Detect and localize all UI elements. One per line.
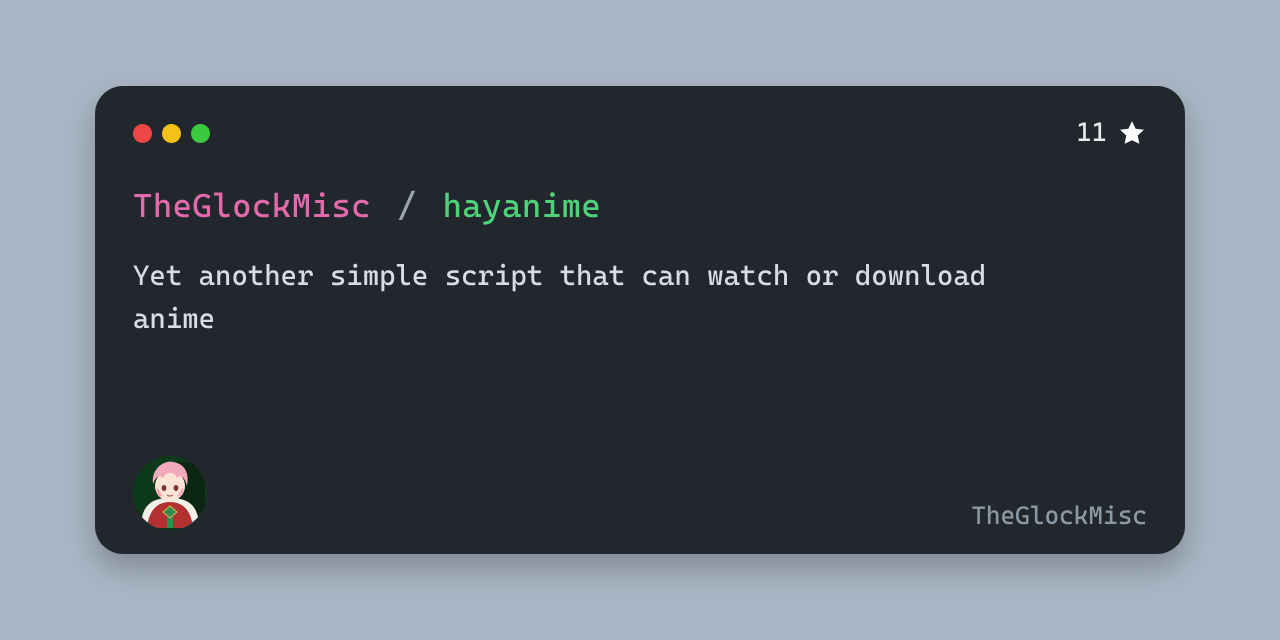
repo-name-link[interactable]: hayanime [443,186,602,225]
window-controls [133,124,210,143]
repo-separator: / [397,186,417,225]
repo-title: TheGlockMisc / hayanime [133,186,1147,226]
minimize-icon[interactable] [162,124,181,143]
star-count-value: 11 [1077,118,1107,148]
maximize-icon[interactable] [191,124,210,143]
owner-username[interactable]: TheGlockMisc [971,501,1147,530]
avatar-image [133,456,207,530]
repo-description: Yet another simple script that can watch… [133,254,1073,341]
avatar[interactable] [133,456,207,530]
star-count[interactable]: 11 [1077,118,1147,148]
close-icon[interactable] [133,124,152,143]
card-footer: TheGlockMisc [133,456,1147,530]
repo-owner-link[interactable]: TheGlockMisc [133,186,371,225]
repo-card: 11 TheGlockMisc / hayanime Yet another s… [95,86,1185,554]
card-topbar: 11 [133,118,1147,148]
star-icon [1117,118,1147,148]
